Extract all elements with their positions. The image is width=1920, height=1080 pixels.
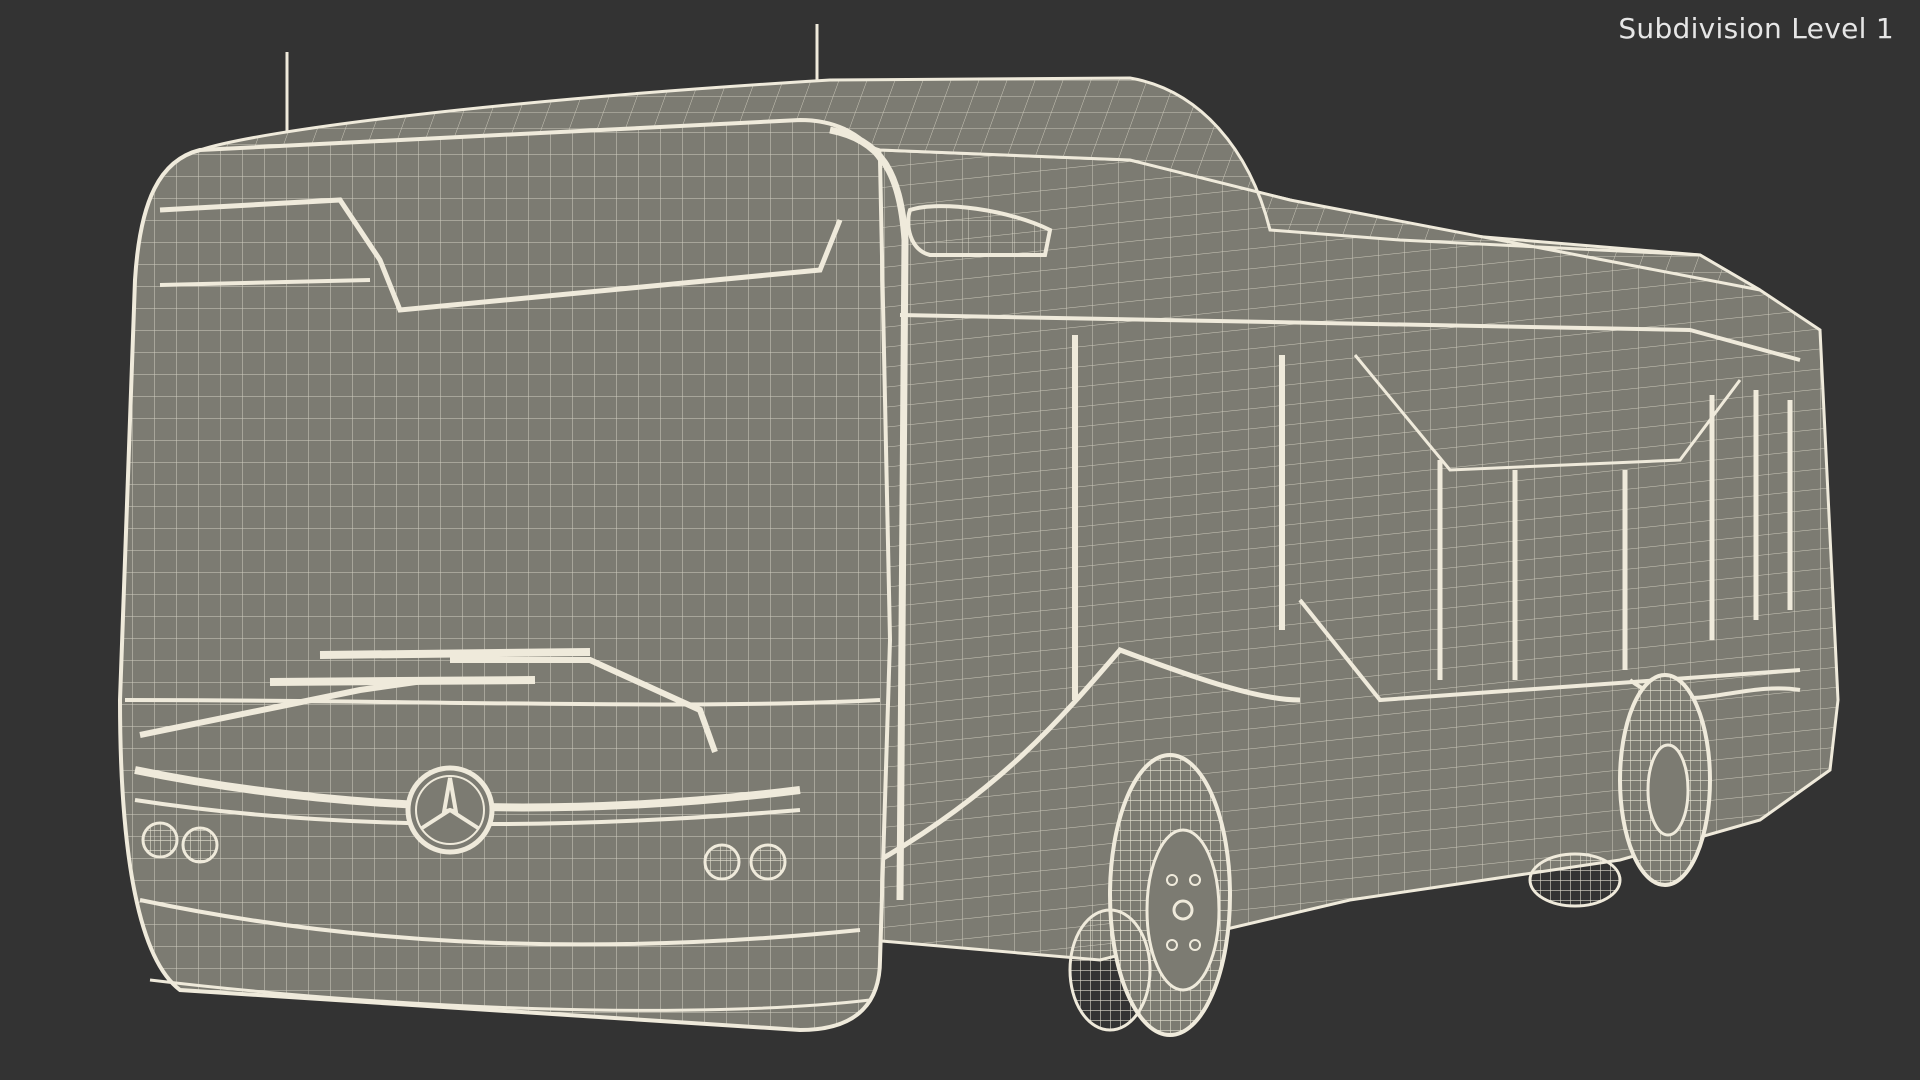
subdivision-level-label: Subdivision Level 1 xyxy=(1618,12,1894,45)
bus-wireframe-render xyxy=(117,24,1840,1037)
brand-emblem xyxy=(405,765,495,855)
render-viewport: Subdivision Level 1 xyxy=(0,0,1920,1080)
bus-front-face xyxy=(117,117,909,1033)
